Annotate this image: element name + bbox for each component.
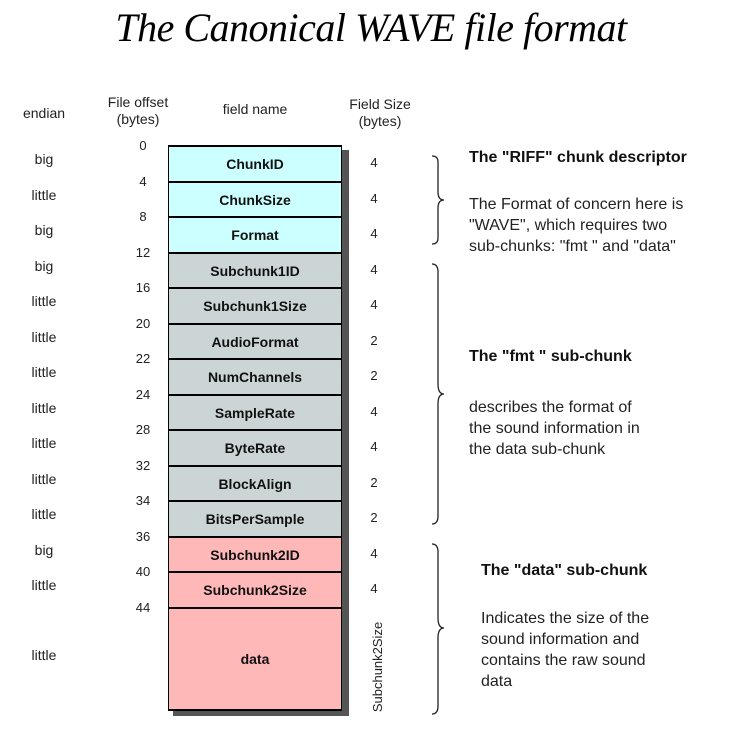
diagram-title: The Canonical WAVE file format (115, 5, 627, 50)
riff-annotation-body: The Format of concern here is "WAVE", wh… (469, 194, 683, 257)
struct-layout: ChunkID ChunkSize Format Subchunk1ID Subchun… (168, 145, 344, 711)
field-audioformat: AudioFormat (168, 323, 342, 359)
field-size-value: 4 (370, 190, 378, 206)
offset-value: 12 (135, 245, 151, 260)
field-format: Format (168, 216, 342, 253)
endian-label: little (31, 328, 57, 345)
offset-value: 4 (139, 174, 147, 189)
field-size-value: 2 (370, 368, 378, 383)
field-size-value: 2 (370, 510, 378, 525)
field-name-label: ByteRate (224, 440, 286, 456)
riff-annotation-title: The "RIFF" chunk descriptor (469, 149, 687, 166)
data-annotation-line: contains the raw sound (481, 652, 646, 669)
endian-label: little (31, 293, 57, 309)
fmt-annotation-body: describes the format of the sound inform… (469, 397, 640, 460)
field-size-value: 2 (370, 474, 378, 490)
field-name-label: BitsPerSample (205, 511, 305, 527)
field-name-label: Format (231, 227, 279, 243)
header-field-size-line2: (bytes) (358, 113, 402, 129)
header-field-size-line1: Field Size (349, 96, 411, 112)
endian-label: little (31, 506, 57, 522)
field-data: data (168, 607, 342, 711)
offset-value: 22 (135, 351, 151, 366)
field-byterate: ByteRate (168, 429, 342, 466)
fmt-annotation-line: the sound information in (469, 420, 640, 437)
offset-value: 24 (135, 387, 151, 402)
field-name-label: Subchunk1ID (210, 262, 300, 279)
field-name-label: AudioFormat (211, 333, 299, 350)
riff-annotation-line: The Format of concern here is (469, 196, 684, 213)
field-size-value: 4 (370, 403, 378, 419)
endian-label: big (34, 541, 54, 558)
field-name-label: Subchunk1Size (203, 298, 307, 314)
offset-value: 36 (135, 529, 151, 544)
field-bitspersample: BitsPerSample (168, 500, 342, 537)
field-name-label: NumChannels (207, 369, 303, 385)
data-brace-icon (431, 543, 445, 715)
field-name-label: ChunkID (226, 156, 284, 172)
field-name-label: ChunkSize (219, 191, 291, 208)
field-name-label: SampleRate (214, 404, 296, 421)
field-subchunk1size: Subchunk1Size (168, 287, 342, 324)
endian-label: little (31, 647, 57, 663)
field-chunkid: ChunkID (168, 145, 342, 182)
data-size-label: Subchunk2Size (370, 621, 385, 713)
data-annotation-body: Indicates the size of the sound informat… (481, 608, 649, 692)
field-size-value: 4 (370, 226, 378, 241)
field-size-value: 4 (370, 155, 378, 170)
offset-value: 16 (135, 280, 151, 295)
field-size-value: 4 (370, 545, 378, 561)
offset-value: 40 (135, 564, 151, 579)
endian-label: big (34, 151, 54, 167)
field-size-value: 4 (370, 581, 378, 596)
fmt-annotation-line: describes the format of (469, 399, 632, 416)
data-annotation-title: The "data" sub-chunk (481, 562, 648, 579)
header-file-offset: File offset (bytes) (98, 94, 178, 128)
field-name-label: Subchunk2ID (210, 546, 300, 563)
header-field-size: Field Size (bytes) (338, 96, 422, 130)
endian-label: little (31, 399, 57, 416)
riff-annotation-line: sub-chunks: "fmt " and "data" (469, 238, 676, 255)
fmt-annotation-line: the data sub-chunk (469, 441, 606, 458)
fmt-brace-icon (431, 263, 445, 525)
offset-value: 0 (139, 138, 147, 153)
offset-value: 34 (135, 493, 151, 508)
field-subchunk2size: Subchunk2Size (168, 571, 342, 608)
field-size-value: 2 (370, 332, 378, 348)
offset-value: 32 (135, 458, 151, 473)
header-file-offset-line2: (bytes) (116, 111, 160, 127)
endian-label: little (31, 577, 57, 593)
field-chunksize: ChunkSize (168, 181, 342, 217)
field-blockalign: BlockAlign (168, 465, 342, 501)
fmt-annotation-title: The "fmt " sub-chunk (469, 348, 632, 365)
riff-brace-icon (431, 155, 445, 245)
field-name-label: data (240, 651, 270, 667)
header-file-offset-line1: File offset (107, 94, 169, 110)
field-size-value: 4 (370, 439, 378, 454)
endian-label: little (31, 435, 57, 451)
offset-value: 28 (135, 422, 151, 437)
endian-label: little (31, 364, 57, 380)
endian-label: little (31, 470, 57, 487)
field-samplerate: SampleRate (168, 394, 342, 430)
data-annotation-line: Indicates the size of the (481, 610, 650, 627)
field-size-value: 4 (370, 261, 378, 277)
data-annotation-line: sound information and (481, 631, 640, 648)
offset-value: 44 (135, 600, 151, 615)
field-numchannels: NumChannels (168, 358, 342, 395)
field-size-value: 4 (370, 297, 378, 312)
endian-label: big (34, 222, 54, 238)
field-subchunk2id: Subchunk2ID (168, 536, 342, 572)
data-annotation-line: data (481, 673, 513, 690)
offset-value: 8 (139, 209, 147, 224)
riff-annotation-line: "WAVE", which requires two (469, 217, 668, 234)
endian-label: big (34, 257, 54, 274)
header-endian: endian (22, 105, 66, 121)
field-subchunk1id: Subchunk1ID (168, 252, 342, 288)
endian-label: little (31, 186, 57, 203)
field-name-label: Subchunk2Size (203, 582, 307, 598)
offset-value: 20 (135, 316, 151, 331)
field-name-label: BlockAlign (218, 475, 292, 492)
header-field-name: field name (222, 101, 288, 117)
